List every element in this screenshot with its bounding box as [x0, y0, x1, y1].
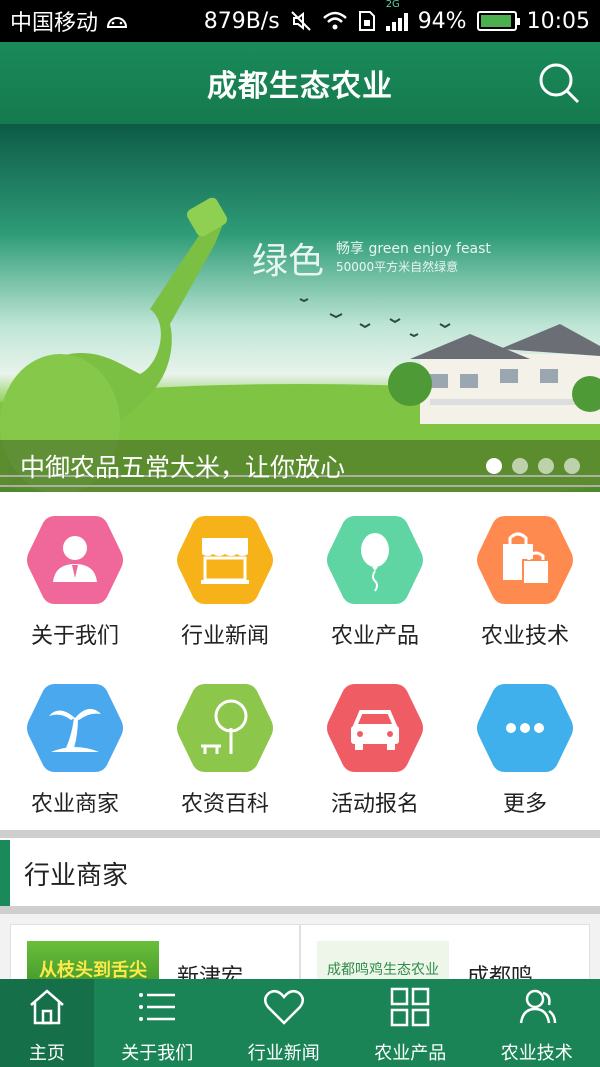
- network-type: 2G: [385, 0, 400, 10]
- merchant-list: 从枝头到舌尖 新津宏... 成都鸣鸡生态农业 成都鸣...: [0, 914, 600, 994]
- banner-caption-bar: 中御农品五常大米，让你放心: [0, 440, 600, 492]
- grid-item-industry-news[interactable]: 行业新闻: [150, 492, 300, 652]
- battery-percent: 94%: [417, 8, 467, 34]
- palm-tree-icon: [27, 684, 123, 772]
- grid-label: 更多: [502, 792, 547, 817]
- home-icon: [30, 989, 64, 1025]
- grid-label: 活动报名: [330, 792, 419, 817]
- balloon-icon: [327, 516, 423, 604]
- grid-icon: [391, 987, 430, 1027]
- grid-item-agri-encyclopedia[interactable]: 农资百科: [150, 660, 300, 820]
- wifi-icon: [322, 11, 347, 30]
- battery-fill: [480, 15, 511, 27]
- shop-icon: [177, 516, 273, 604]
- nav-item-agri-tech[interactable]: 农业技术: [474, 979, 600, 1067]
- network-speed: 879B/s: [203, 8, 280, 34]
- banner-image: [0, 197, 600, 492]
- mute-icon: [290, 11, 311, 31]
- nav-item-about-us[interactable]: 关于我们: [94, 979, 221, 1067]
- grid-label: 行业新闻: [180, 624, 269, 649]
- carousel-dot[interactable]: [486, 458, 502, 474]
- search-icon[interactable]: [536, 60, 582, 106]
- merchant-thumb-text: 成都鸣鸡生态农业: [327, 962, 439, 978]
- more-icon: [477, 684, 573, 772]
- nav-item-home[interactable]: 主页: [0, 979, 94, 1067]
- grid-item-more[interactable]: 更多: [450, 660, 600, 820]
- banner-subtagline: 50000平方米自然绿意: [336, 260, 459, 274]
- nav-label: 行业新闻: [247, 1043, 320, 1064]
- banner-carousel[interactable]: 绿色 畅享 green enjoy feast 50000平方米自然绿意 中御农…: [0, 124, 600, 492]
- nav-label: 主页: [29, 1043, 65, 1064]
- banner-headline: 绿色: [252, 241, 325, 282]
- app-header: 成都生态农业: [0, 42, 600, 124]
- section-accent-bar: [0, 840, 10, 906]
- section-divider: [0, 830, 600, 838]
- banner-tagline: 畅享 green enjoy feast: [336, 241, 491, 257]
- nav-item-agri-products[interactable]: 农业产品: [347, 979, 474, 1067]
- list-icon: [139, 993, 176, 1021]
- grid-item-event-signup[interactable]: 活动报名: [300, 660, 450, 820]
- banner-caption: 中御农品五常大米，让你放心: [20, 453, 346, 482]
- nav-label: 农业技术: [500, 1043, 573, 1064]
- grid-label: 农资百科: [180, 792, 269, 817]
- category-grid: 关于我们 行业新闻 农业产品 农业技术 农业商家 农资百科 活动报名 更多: [0, 492, 600, 826]
- grid-label: 关于我们: [30, 624, 119, 649]
- section-header: 行业商家: [0, 840, 600, 906]
- grid-item-about-us[interactable]: 关于我们: [0, 492, 150, 652]
- status-bar: 中国移动 879B/s 2G 94% 10:05: [0, 0, 600, 42]
- carousel-dot[interactable]: [512, 458, 528, 474]
- grid-label: 农业产品: [330, 624, 419, 649]
- battery-icon: [476, 11, 520, 31]
- section-divider: [0, 906, 600, 914]
- bottom-nav: 主页 关于我们 行业新闻 农业产品 农业技术: [0, 979, 600, 1067]
- android-icon: [107, 17, 128, 28]
- nav-label: 关于我们: [121, 1043, 194, 1064]
- section-title: 行业商家: [24, 860, 129, 891]
- car-icon: [327, 684, 423, 772]
- page-title: 成都生态农业: [207, 69, 393, 104]
- grid-item-agri-products[interactable]: 农业产品: [300, 492, 450, 652]
- nav-item-industry-news[interactable]: 行业新闻: [221, 979, 348, 1067]
- nav-label: 农业产品: [374, 1043, 447, 1064]
- carousel-dot[interactable]: [538, 458, 554, 474]
- shopping-bag-icon: [477, 516, 573, 604]
- grid-label: 农业技术: [480, 624, 569, 649]
- carousel-dot[interactable]: [564, 458, 580, 474]
- grid-label: 农业商家: [30, 792, 119, 817]
- person-icon: [27, 516, 123, 604]
- users-icon: [519, 989, 556, 1024]
- grid-item-agri-tech[interactable]: 农业技术: [450, 492, 600, 652]
- carrier-label: 中国移动: [10, 11, 99, 36]
- tree-bench-icon: [177, 684, 273, 772]
- heart-icon: [263, 989, 304, 1025]
- carousel-dots: [486, 458, 580, 474]
- sim-icon: [358, 11, 375, 31]
- signal-indicator: 2G: [385, 0, 408, 31]
- clock: 10:05: [526, 8, 590, 34]
- signal-icon: [385, 11, 408, 31]
- grid-item-agri-merchants[interactable]: 农业商家: [0, 660, 150, 820]
